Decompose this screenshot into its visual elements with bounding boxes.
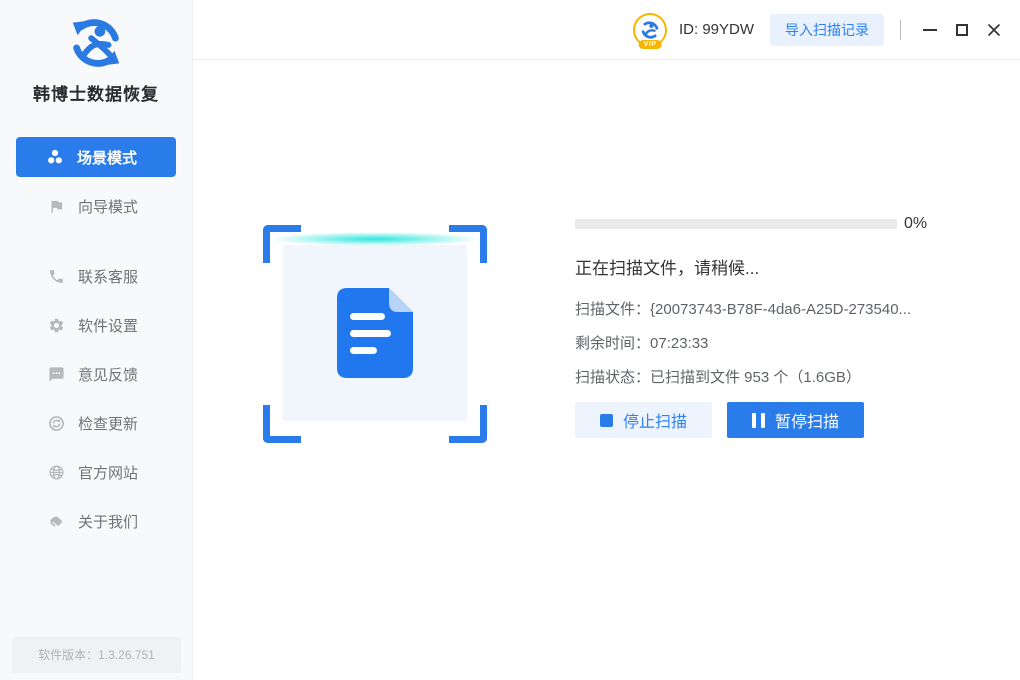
document-icon bbox=[337, 288, 413, 378]
detail-time-remaining: 剩余时间：07:23:33 bbox=[575, 334, 995, 354]
close-button[interactable] bbox=[981, 17, 1007, 43]
app-window: 韩博士数据恢复 场景模式 向导模式 联系客服 软件设置 意见反馈 检查更新 官方… bbox=[0, 0, 1020, 680]
version-badge: 软件版本：1.3.26.751 bbox=[12, 637, 181, 673]
sidebar-item-about-us[interactable]: 关于我们 bbox=[0, 497, 192, 546]
sidebar-item-label: 意见反馈 bbox=[78, 367, 139, 384]
progress-row: 0% bbox=[575, 215, 995, 233]
scene-mode-icon bbox=[46, 148, 64, 166]
recovery-logo-icon bbox=[72, 19, 120, 67]
window-controls bbox=[917, 17, 1007, 43]
stop-scan-label: 停止扫描 bbox=[622, 414, 687, 431]
app-title: 韩博士数据恢复 bbox=[33, 85, 159, 104]
user-id: ID: 99YDW bbox=[678, 21, 754, 38]
pause-icon bbox=[751, 412, 765, 428]
stop-scan-button[interactable]: 停止扫描 bbox=[575, 402, 712, 438]
phone-icon bbox=[47, 268, 65, 286]
sidebar-item-label: 向导模式 bbox=[78, 199, 139, 216]
avatar[interactable]: VIP bbox=[632, 12, 667, 49]
scan-info: 0% 正在扫描文件，请稍候... 扫描文件：{20073743-B78F-4da… bbox=[575, 215, 995, 438]
scan-details: 扫描文件：{20073743-B78F-4da6-A25D-273540... … bbox=[575, 300, 995, 388]
scan-status-title: 正在扫描文件，请稍候... bbox=[575, 259, 760, 278]
scan-actions: 停止扫描 暂停扫描 bbox=[575, 402, 995, 438]
progress-percent: 0% bbox=[904, 215, 928, 232]
sidebar-nav: 场景模式 向导模式 联系客服 软件设置 意见反馈 检查更新 官方网站 关于我们 bbox=[0, 137, 192, 546]
sidebar-item-label: 场景模式 bbox=[77, 149, 138, 167]
minimize-icon bbox=[923, 28, 937, 31]
main-area: VIP ID: 99YDW 导入扫描记录 0% 正在扫描文件，请稍候... 扫描… bbox=[193, 0, 1020, 680]
stop-icon bbox=[599, 413, 613, 427]
sidebar-item-check-updates[interactable]: 检查更新 bbox=[0, 399, 192, 448]
sidebar-item-label: 软件设置 bbox=[78, 318, 139, 335]
titlebar-divider bbox=[900, 19, 901, 40]
vip-badge: VIP bbox=[638, 39, 662, 49]
gear-icon bbox=[47, 317, 65, 335]
detail-scan-file: 扫描文件：{20073743-B78F-4da6-A25D-273540... bbox=[575, 300, 995, 320]
feedback-bubble-icon bbox=[47, 366, 65, 384]
wizard-flag-icon bbox=[47, 198, 65, 216]
titlebar: VIP ID: 99YDW 导入扫描记录 bbox=[193, 0, 1020, 60]
update-icon bbox=[47, 415, 65, 433]
scan-animation bbox=[263, 225, 487, 443]
globe-icon bbox=[47, 464, 65, 482]
pause-scan-label: 暂停扫描 bbox=[774, 414, 839, 431]
scan-target-box bbox=[283, 245, 467, 421]
close-icon bbox=[988, 23, 1000, 36]
sidebar-item-wizard-mode[interactable]: 向导模式 bbox=[0, 182, 192, 231]
detail-label: 扫描文件： bbox=[575, 301, 651, 318]
logo-area: 韩博士数据恢复 bbox=[0, 0, 192, 132]
sidebar-item-label: 官方网站 bbox=[78, 465, 139, 482]
sidebar-item-settings[interactable]: 软件设置 bbox=[0, 301, 192, 350]
progress-bar bbox=[575, 219, 897, 229]
sidebar-item-contact-support[interactable]: 联系客服 bbox=[0, 252, 192, 301]
pause-scan-button[interactable]: 暂停扫描 bbox=[727, 402, 864, 438]
scan-page: 0% 正在扫描文件，请稍候... 扫描文件：{20073743-B78F-4da… bbox=[193, 60, 1020, 680]
sidebar: 韩博士数据恢复 场景模式 向导模式 联系客服 软件设置 意见反馈 检查更新 官方… bbox=[0, 0, 193, 680]
minimize-button[interactable] bbox=[917, 17, 943, 43]
detail-scan-state: 扫描状态：已扫描到文件 953 个（1.6GB） bbox=[575, 368, 995, 388]
sidebar-item-label: 检查更新 bbox=[78, 416, 139, 433]
detail-value: 已扫描到文件 953 个（1.6GB） bbox=[650, 369, 861, 386]
sidebar-item-feedback[interactable]: 意见反馈 bbox=[0, 350, 192, 399]
detail-label: 剩余时间： bbox=[575, 335, 651, 352]
sidebar-item-label: 联系客服 bbox=[78, 269, 139, 286]
scan-line-glow bbox=[269, 232, 481, 246]
import-scan-records-button[interactable]: 导入扫描记录 bbox=[770, 13, 884, 46]
detail-label: 扫描状态： bbox=[575, 369, 651, 386]
handshake-icon bbox=[47, 513, 65, 531]
sidebar-item-scene-mode[interactable]: 场景模式 bbox=[16, 137, 176, 177]
maximize-icon bbox=[956, 23, 968, 36]
sidebar-item-label: 关于我们 bbox=[78, 514, 139, 531]
maximize-button[interactable] bbox=[949, 17, 975, 43]
sidebar-item-official-website[interactable]: 官方网站 bbox=[0, 448, 192, 497]
detail-value: 07:23:33 bbox=[650, 335, 709, 352]
avatar-logo-icon bbox=[641, 20, 659, 39]
detail-value: {20073743-B78F-4da6-A25D-273540... bbox=[650, 301, 912, 318]
nav-group-divider bbox=[0, 231, 192, 252]
